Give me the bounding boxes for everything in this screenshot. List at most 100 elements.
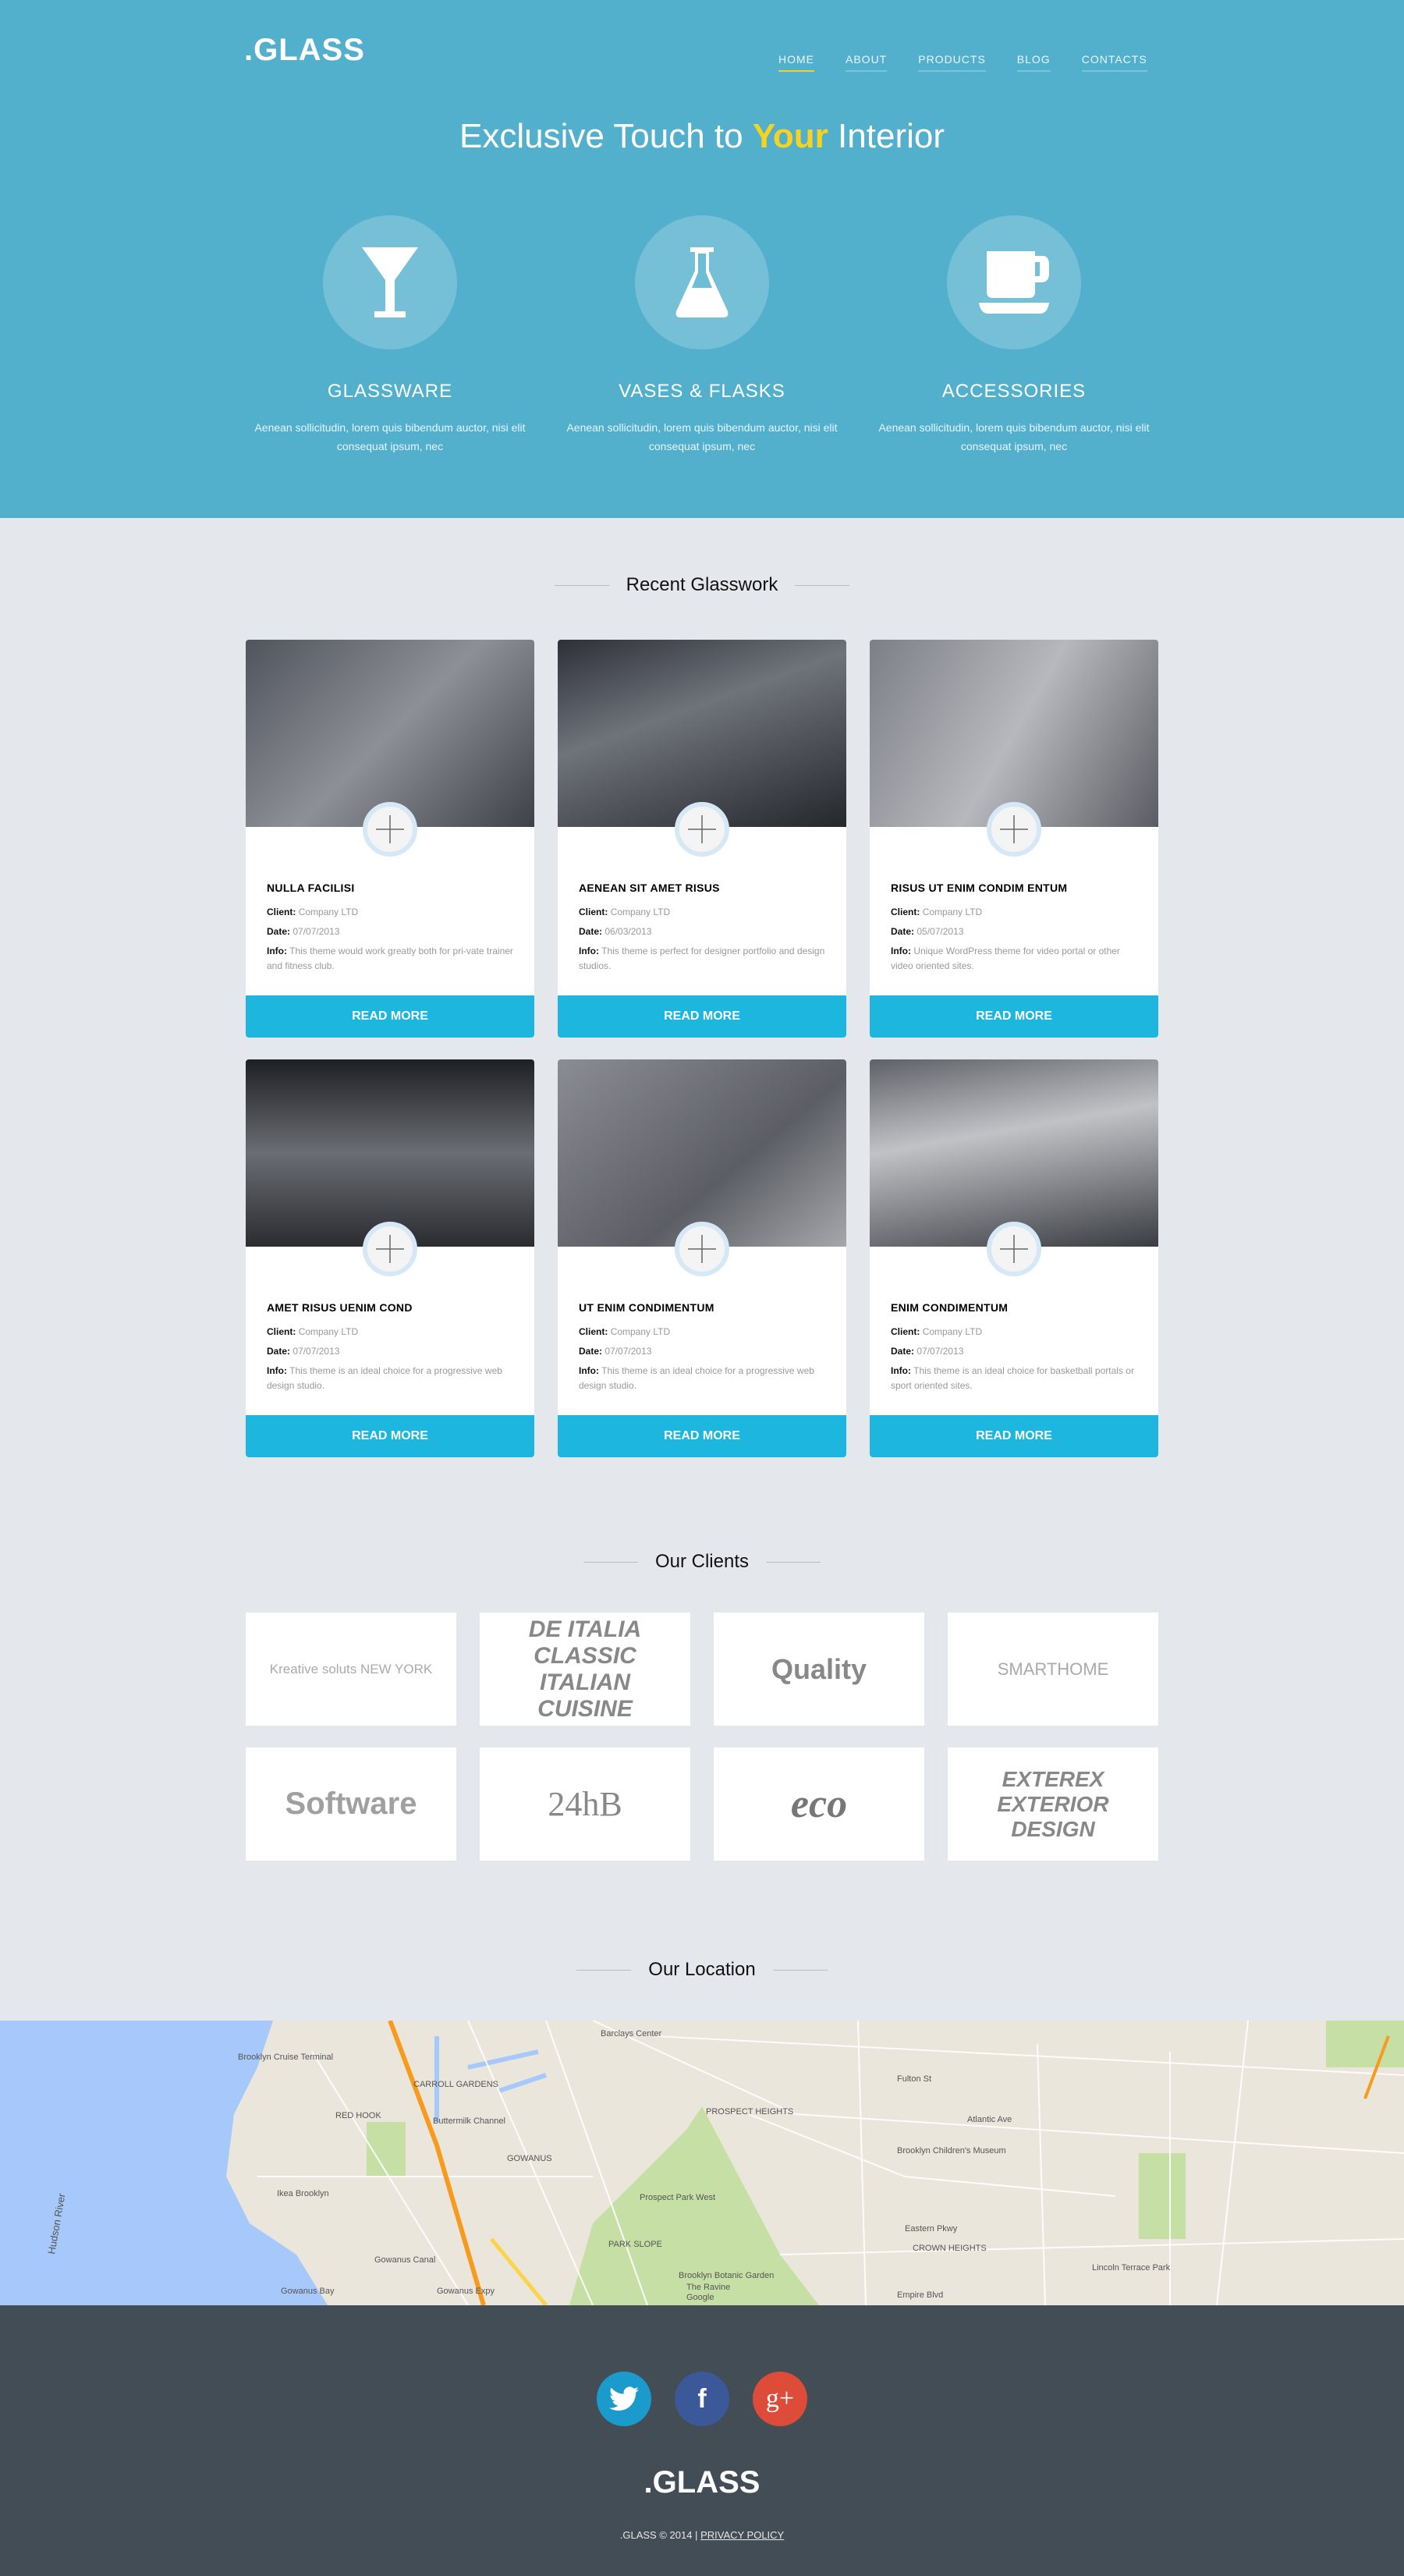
work-title: ENIM CONDIMENTUM bbox=[891, 1301, 1009, 1314]
client-logo[interactable]: Quality bbox=[714, 1613, 924, 1726]
read-more-button[interactable]: READ MORE bbox=[558, 1415, 846, 1457]
client-logo[interactable]: DE ITALIA CLASSIC ITALIAN CUISINE bbox=[480, 1613, 690, 1726]
work-image[interactable] bbox=[870, 1059, 1158, 1247]
plus-icon[interactable] bbox=[987, 802, 1041, 857]
map-label: Ikea Brooklyn bbox=[277, 2189, 329, 2198]
work-image[interactable] bbox=[558, 1059, 846, 1247]
client-logo-text: Kreative soluts NEW YORK bbox=[269, 1661, 433, 1677]
plus-icon[interactable] bbox=[363, 1222, 417, 1276]
read-more-button[interactable]: READ MORE bbox=[870, 995, 1158, 1038]
work-info: Info: This theme is an ideal choice for … bbox=[579, 1365, 814, 1391]
work-client: Client: Company LTD bbox=[267, 1326, 359, 1337]
map-label: Atlantic Ave bbox=[967, 2115, 1012, 2124]
work-card: UT ENIM CONDIMENTUM Client: Company LTD … bbox=[558, 1059, 846, 1457]
work-date: Date: 07/07/2013 bbox=[891, 1346, 964, 1357]
client-logo-text: SMARTHOME bbox=[997, 1659, 1109, 1679]
read-more-button[interactable]: READ MORE bbox=[246, 995, 534, 1038]
client-logo[interactable]: Kreative soluts NEW YORK bbox=[246, 1613, 456, 1726]
read-more-button[interactable]: READ MORE bbox=[558, 995, 846, 1038]
category-title: GLASSWARE bbox=[327, 381, 453, 402]
client-logo-text: Quality bbox=[771, 1652, 867, 1685]
category-title: ACCESSORIES bbox=[941, 381, 1087, 402]
work-title: UT ENIM CONDIMENTUM bbox=[579, 1301, 714, 1314]
work-date: Date: 06/03/2013 bbox=[579, 926, 652, 937]
work-info: Info: This theme is an ideal choice for … bbox=[267, 1365, 502, 1391]
map-label: Brooklyn Botanic Garden bbox=[679, 2271, 774, 2280]
hero-headline: Exclusive Touch to Your Interior bbox=[0, 117, 1404, 156]
main-nav: HOME ABOUT PRODUCTS BLOG CONTACTS bbox=[778, 53, 1147, 72]
read-more-button[interactable]: READ MORE bbox=[246, 1415, 534, 1457]
client-logo[interactable]: 24hB bbox=[480, 1747, 690, 1861]
plus-icon[interactable] bbox=[675, 802, 729, 857]
nav-products[interactable]: PRODUCTS bbox=[918, 53, 986, 72]
location-map[interactable]: Barclays Center Brooklyn Cruise Terminal C… bbox=[0, 2021, 1404, 2305]
map-label: Gowanus Bay bbox=[281, 2287, 335, 2296]
client-logo-text: eco bbox=[790, 1782, 848, 1826]
work-image[interactable] bbox=[558, 640, 846, 827]
footer-logo: .GLASS bbox=[644, 2465, 760, 2500]
category-text: Aenean sollicitudin, lorem quis bibendum… bbox=[878, 421, 1150, 452]
copyright-text: .GLASS © 2014 | bbox=[619, 2529, 698, 2541]
nav-home[interactable]: HOME bbox=[778, 53, 814, 72]
work-client: Client: Company LTD bbox=[891, 1326, 983, 1337]
nav-contacts[interactable]: CONTACTS bbox=[1081, 53, 1147, 72]
work-title: AMET RISUS UENIM COND bbox=[267, 1301, 413, 1314]
map-label: Lincoln Terrace Park bbox=[1092, 2263, 1171, 2273]
work-image[interactable] bbox=[246, 1059, 534, 1247]
work-date: Date: 07/07/2013 bbox=[267, 1346, 340, 1357]
work-info: Info: This theme would work greatly both… bbox=[267, 946, 513, 971]
client-logo[interactable]: EXTEREX EXTERIOR DESIGN bbox=[948, 1747, 1158, 1861]
work-date: Date: 07/07/2013 bbox=[267, 926, 340, 937]
category-accessories[interactable]: ACCESSORIES Aenean sollicitudin, lorem q… bbox=[858, 215, 1170, 456]
facebook-icon[interactable]: f bbox=[675, 2372, 729, 2426]
work-info: Info: Unique WordPress theme for video p… bbox=[891, 946, 1120, 971]
client-logo[interactable]: Software bbox=[246, 1747, 456, 1861]
google-plus-icon[interactable]: g+ bbox=[753, 2372, 807, 2426]
coffee-cup-icon bbox=[947, 215, 1081, 349]
work-date: Date: 07/07/2013 bbox=[579, 1346, 652, 1357]
work-client: Client: Company LTD bbox=[579, 1326, 671, 1337]
work-image[interactable] bbox=[246, 640, 534, 827]
map-label: Eastern Pkwy bbox=[905, 2224, 958, 2234]
flask-icon bbox=[635, 215, 769, 349]
map-label: Google bbox=[686, 2293, 714, 2302]
map-label: Fulton St bbox=[897, 2074, 931, 2084]
nav-blog[interactable]: BLOG bbox=[1016, 53, 1051, 72]
work-client: Client: Company LTD bbox=[891, 907, 983, 917]
work-card: RISUS UT ENIM CONDIM ENTUM Client: Compa… bbox=[870, 640, 1158, 1038]
headline-highlight: Your bbox=[752, 117, 828, 155]
client-logo[interactable]: SMARTHOME bbox=[948, 1613, 1158, 1726]
map-label: Empire Blvd bbox=[897, 2290, 943, 2300]
twitter-icon[interactable] bbox=[597, 2372, 651, 2426]
work-info: Info: This theme is perfect for designer… bbox=[579, 946, 825, 971]
work-card: AENEAN SIT AMET RISUS Client: Company LT… bbox=[558, 640, 846, 1038]
category-vases[interactable]: VASES & FLASKS Aenean sollicitudin, lore… bbox=[546, 215, 858, 456]
map-label: Barclays Center bbox=[601, 2029, 662, 2038]
plus-icon[interactable] bbox=[363, 802, 417, 857]
map-label: Brooklyn Cruise Terminal bbox=[238, 2053, 333, 2062]
client-logo-text: Software bbox=[285, 1787, 417, 1821]
work-image[interactable] bbox=[870, 640, 1158, 827]
section-title-clients: Our Clients bbox=[0, 1551, 1404, 1573]
client-logo-text: DE ITALIA CLASSIC ITALIAN CUISINE bbox=[528, 1616, 642, 1722]
category-title: VASES & FLASKS bbox=[619, 381, 785, 402]
map-label: CARROLL GARDENS bbox=[413, 2080, 498, 2089]
client-logo-text: 24hB bbox=[548, 1785, 622, 1823]
category-glassware[interactable]: GLASSWARE Aenean sollicitudin, lorem qui… bbox=[234, 215, 546, 456]
section-title-work: Recent Glasswork bbox=[0, 574, 1404, 596]
logo[interactable]: .GLASS bbox=[244, 33, 365, 68]
copyright: .GLASS © 2014 | PRIVACY POLICY bbox=[0, 2529, 1404, 2541]
plus-icon[interactable] bbox=[675, 1222, 729, 1276]
plus-icon[interactable] bbox=[987, 1222, 1041, 1276]
nav-about[interactable]: ABOUT bbox=[846, 53, 888, 72]
map-label: The Ravine bbox=[686, 2283, 730, 2292]
map-label: GOWANUS bbox=[507, 2154, 552, 2163]
map-label: Prospect Park West bbox=[640, 2193, 715, 2202]
read-more-button[interactable]: READ MORE bbox=[870, 1415, 1158, 1457]
work-info: Info: This theme is an ideal choice for … bbox=[891, 1365, 1134, 1391]
work-client: Client: Company LTD bbox=[267, 907, 359, 917]
work-card: NULLA FACILISI Client: Company LTD Date:… bbox=[246, 640, 534, 1038]
privacy-policy-link[interactable]: PRIVACY POLICY bbox=[700, 2529, 784, 2541]
section-title-location: Our Location bbox=[0, 1959, 1404, 1981]
client-logo[interactable]: eco bbox=[714, 1747, 924, 1861]
